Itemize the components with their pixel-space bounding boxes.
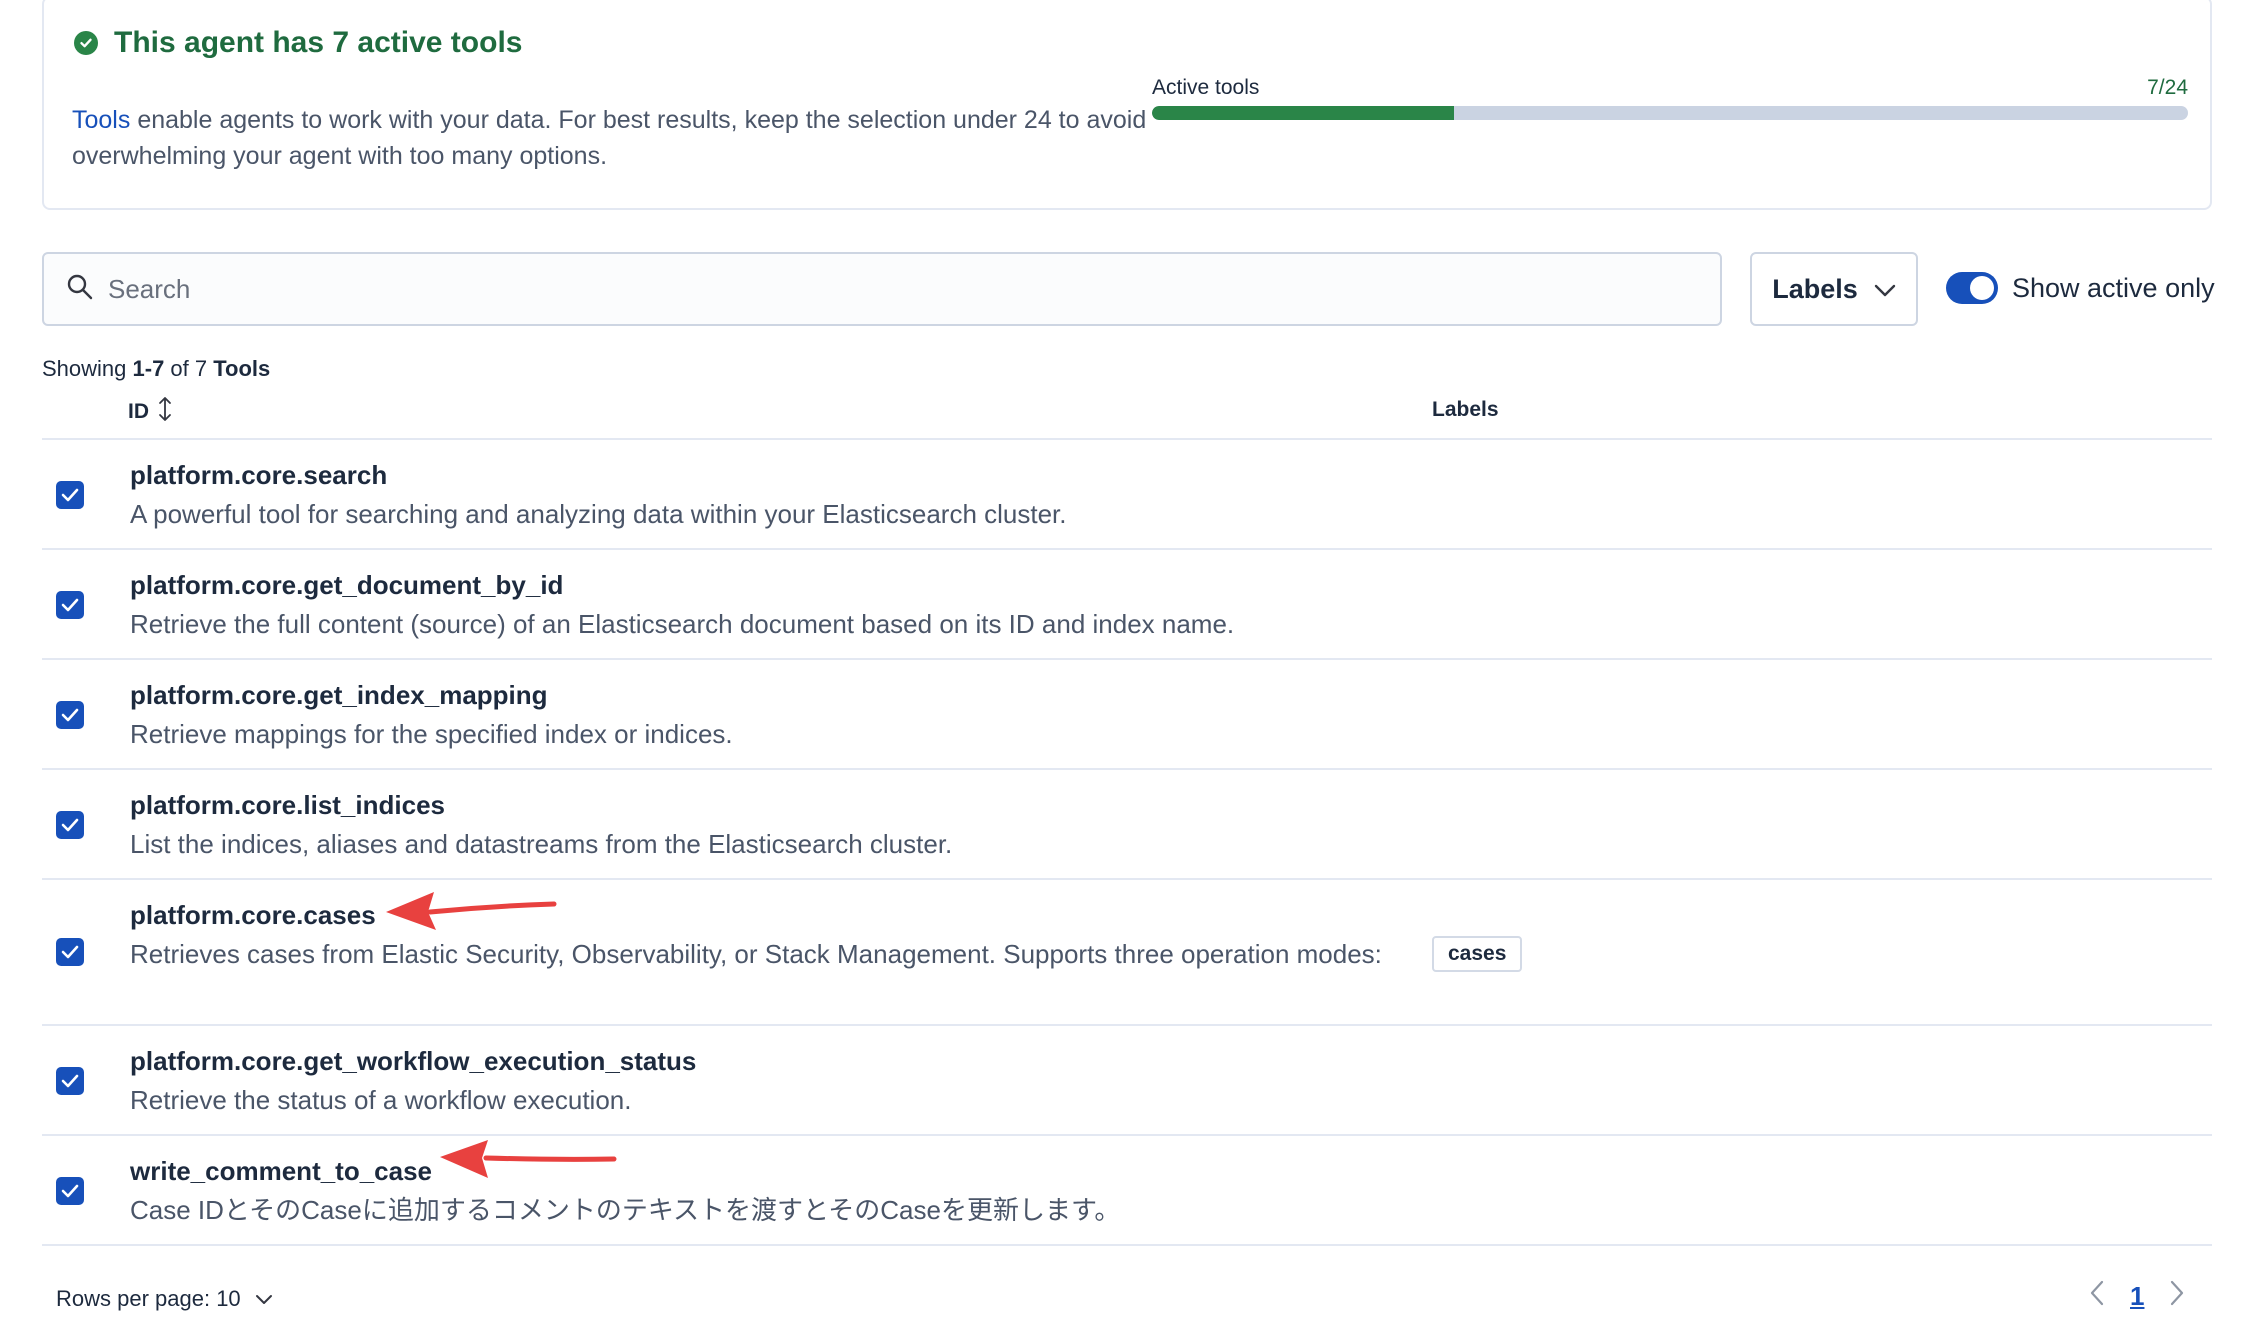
column-header-labels: Labels <box>1432 398 1499 421</box>
pagination: 1 <box>2090 1280 2184 1313</box>
summary-description-text: enable agents to work with your data. Fo… <box>72 106 1147 170</box>
search-icon <box>66 273 94 306</box>
row-checkbox[interactable] <box>56 481 84 509</box>
tool-description: Retrieve mappings for the specified inde… <box>130 719 733 749</box>
rows-per-page-label: Rows per page: 10 <box>56 1286 241 1311</box>
row-checkbox[interactable] <box>56 591 84 619</box>
check-icon <box>61 945 79 959</box>
chevron-right-icon[interactable] <box>2170 1280 2184 1313</box>
toggle-knob <box>1970 276 1994 300</box>
progress-count: 7/24 <box>2147 76 2188 99</box>
table-row: platform.core.list_indices List the indi… <box>42 770 2212 880</box>
page-number-current[interactable]: 1 <box>2130 1281 2144 1312</box>
tool-id[interactable]: platform.core.search <box>130 460 387 491</box>
tool-description: Retrieves cases from Elastic Security, O… <box>130 939 1382 969</box>
check-icon <box>61 1184 79 1198</box>
tool-description: Case IDとそのCaseに追加するコメントのテキストを渡すとそのCaseを更… <box>130 1195 1121 1225</box>
check-circle-icon <box>74 31 98 55</box>
tool-id[interactable]: write_comment_to_case <box>130 1156 432 1187</box>
table-row: write_comment_to_case Case IDとそのCaseに追加す… <box>42 1136 2212 1246</box>
tool-id[interactable]: platform.core.get_document_by_id <box>130 570 563 601</box>
tool-id[interactable]: platform.core.list_indices <box>130 790 445 821</box>
progress-fill <box>1152 106 1455 120</box>
row-checkbox[interactable] <box>56 701 84 729</box>
red-arrow-icon <box>386 892 557 930</box>
search-field[interactable] <box>42 252 1722 326</box>
red-arrow-icon <box>440 1140 617 1178</box>
row-checkbox[interactable] <box>56 811 84 839</box>
sort-icon[interactable] <box>157 396 173 428</box>
showing-suffix: Tools <box>213 356 271 381</box>
labels-button-label: Labels <box>1772 273 1858 304</box>
check-icon <box>61 818 79 832</box>
check-icon <box>61 708 79 722</box>
row-checkbox[interactable] <box>56 1177 84 1205</box>
chevron-down-icon <box>1874 274 1896 305</box>
tool-id[interactable]: platform.core.get_index_mapping <box>130 680 548 711</box>
showing-middle: of 7 <box>164 356 214 381</box>
summary-title: This agent has 7 active tools <box>114 26 523 59</box>
table-header: ID Labels <box>42 392 2212 440</box>
toggle-switch[interactable] <box>1946 272 1998 304</box>
label-badge[interactable]: cases <box>1432 936 1523 972</box>
tool-description: Retrieve the full content (source) of an… <box>130 609 1235 639</box>
search-input[interactable] <box>108 273 1608 305</box>
tool-description: List the indices, aliases and datastream… <box>130 829 953 859</box>
labels-filter-button[interactable]: Labels <box>1750 252 1918 326</box>
tool-id[interactable]: platform.core.get_workflow_execution_sta… <box>130 1046 696 1077</box>
active-tools-progress: Active tools 7/24 <box>1152 76 2188 120</box>
check-icon <box>61 598 79 612</box>
summary-header: This agent has 7 active tools <box>74 26 522 60</box>
row-checkbox[interactable] <box>56 1067 84 1095</box>
toggle-label: Show active only <box>2012 272 2215 303</box>
column-header-id[interactable]: ID <box>128 396 173 428</box>
progress-label: Active tools <box>1152 76 1260 99</box>
table-row: platform.core.get_index_mapping Retrieve… <box>42 660 2212 770</box>
chevron-down-icon <box>255 1286 273 1312</box>
show-active-only-switch[interactable]: Show active only <box>1946 272 2215 304</box>
table-row: platform.core.search A powerful tool for… <box>42 440 2212 550</box>
showing-range: 1-7 <box>132 356 165 381</box>
chevron-left-icon[interactable] <box>2090 1280 2104 1313</box>
table-row: platform.core.cases Retrieves cases from… <box>42 880 2212 1026</box>
column-id-label: ID <box>128 400 149 423</box>
progress-track <box>1152 106 2188 120</box>
showing-prefix: Showing <box>42 356 133 381</box>
tools-link[interactable]: Tools <box>72 106 130 134</box>
summary-description: Tools enable agents to work with your da… <box>72 102 1152 174</box>
check-icon <box>61 488 79 502</box>
active-tools-summary: This agent has 7 active tools Tools enab… <box>42 0 2212 210</box>
tool-description: A powerful tool for searching and analyz… <box>130 499 1067 529</box>
table-row: platform.core.get_document_by_id Retriev… <box>42 550 2212 660</box>
results-count: Showing 1-7 of 7 Tools <box>42 356 270 382</box>
check-icon <box>61 1074 79 1088</box>
row-checkbox[interactable] <box>56 938 84 966</box>
rows-per-page-selector[interactable]: Rows per page: 10 <box>56 1286 273 1312</box>
table-row: platform.core.get_workflow_execution_sta… <box>42 1026 2212 1136</box>
tool-id[interactable]: platform.core.cases <box>130 900 376 931</box>
tool-description: Retrieve the status of a workflow execut… <box>130 1085 632 1115</box>
